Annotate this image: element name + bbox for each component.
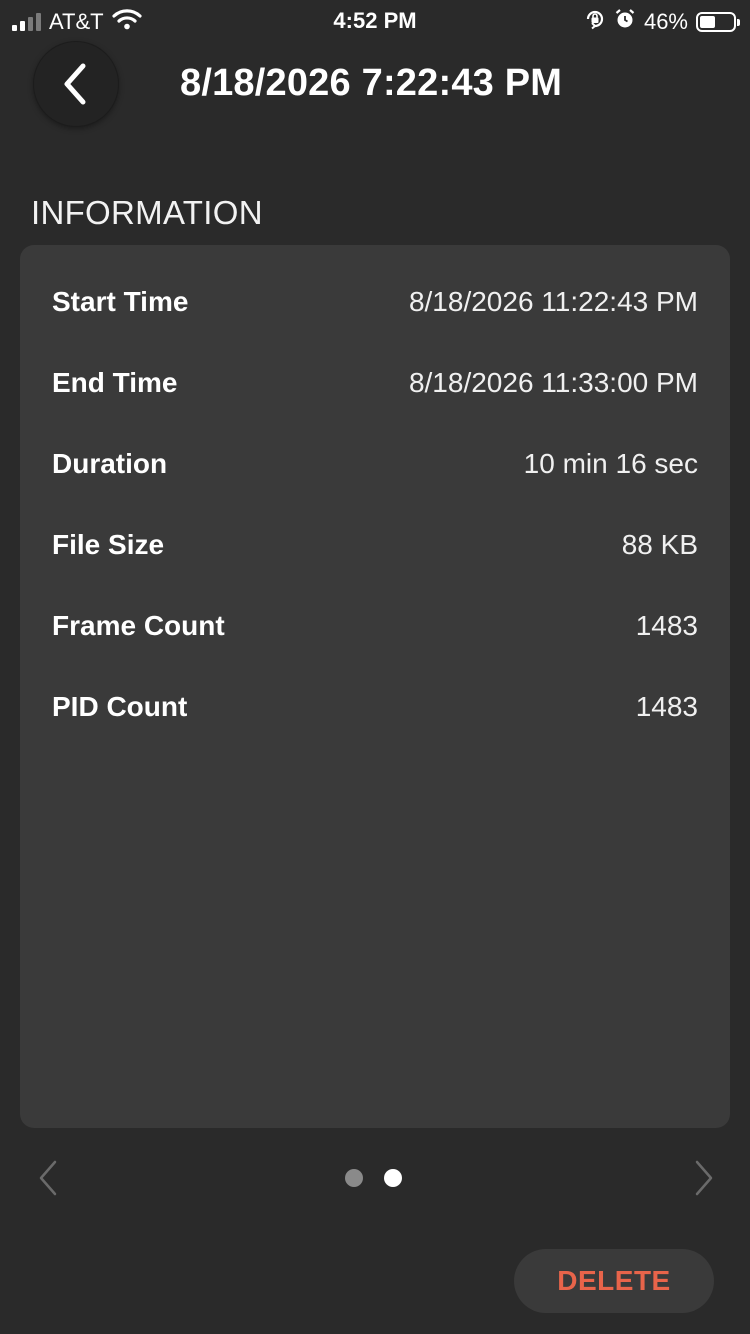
info-label: Duration: [52, 448, 168, 479]
page-indicator: [345, 1169, 402, 1187]
battery-icon: [696, 12, 740, 32]
info-value: 8/18/2026 11:22:43 PM: [408, 286, 698, 317]
info-value: 10 min 16 sec: [523, 448, 698, 479]
info-row-duration: Duration 10 min 16 sec: [52, 444, 698, 484]
alarm-icon: [614, 8, 636, 36]
info-value: 8/18/2026 11:33:00 PM: [408, 367, 698, 398]
info-label: Frame Count: [52, 610, 225, 641]
info-card: Start Time 8/18/2026 11:22:43 PM End Tim…: [20, 245, 730, 1128]
chevron-right-icon: [695, 1160, 713, 1196]
chevron-left-icon: [39, 1160, 57, 1196]
info-row-frame-count: Frame Count 1483: [52, 606, 698, 646]
delete-button[interactable]: DELETE: [514, 1249, 714, 1313]
info-row-pid-count: PID Count 1483: [52, 687, 698, 727]
info-label: Start Time: [52, 286, 189, 317]
info-row-end-time: End Time 8/18/2026 11:33:00 PM: [52, 363, 698, 403]
status-right: 46%: [584, 8, 740, 36]
info-label: PID Count: [52, 691, 188, 722]
info-label: End Time: [52, 367, 178, 398]
info-label: File Size: [52, 529, 165, 560]
section-title: INFORMATION: [31, 194, 263, 231]
info-value: 88 KB: [621, 529, 698, 560]
chevron-left-icon: [64, 63, 86, 105]
page-title: 8/18/2026 7:22:43 PM: [180, 62, 563, 104]
previous-page-button[interactable]: [28, 1158, 68, 1198]
orientation-lock-icon: [584, 8, 606, 36]
info-row-start-time: Start Time 8/18/2026 11:22:43 PM: [52, 282, 698, 322]
info-value: 1483: [635, 691, 698, 722]
battery-percent: 46%: [643, 9, 688, 34]
screen: AT&T 4:52 PM 46% 8/18/2026 7:22:43 PM IN…: [0, 0, 750, 1334]
back-button[interactable]: [33, 41, 119, 127]
page-dot-2[interactable]: [384, 1169, 402, 1187]
info-row-file-size: File Size 88 KB: [52, 525, 698, 565]
page-dot-1[interactable]: [345, 1169, 363, 1187]
next-page-button[interactable]: [684, 1158, 724, 1198]
status-bar: AT&T 4:52 PM 46%: [0, 0, 750, 40]
info-value: 1483: [635, 610, 698, 641]
